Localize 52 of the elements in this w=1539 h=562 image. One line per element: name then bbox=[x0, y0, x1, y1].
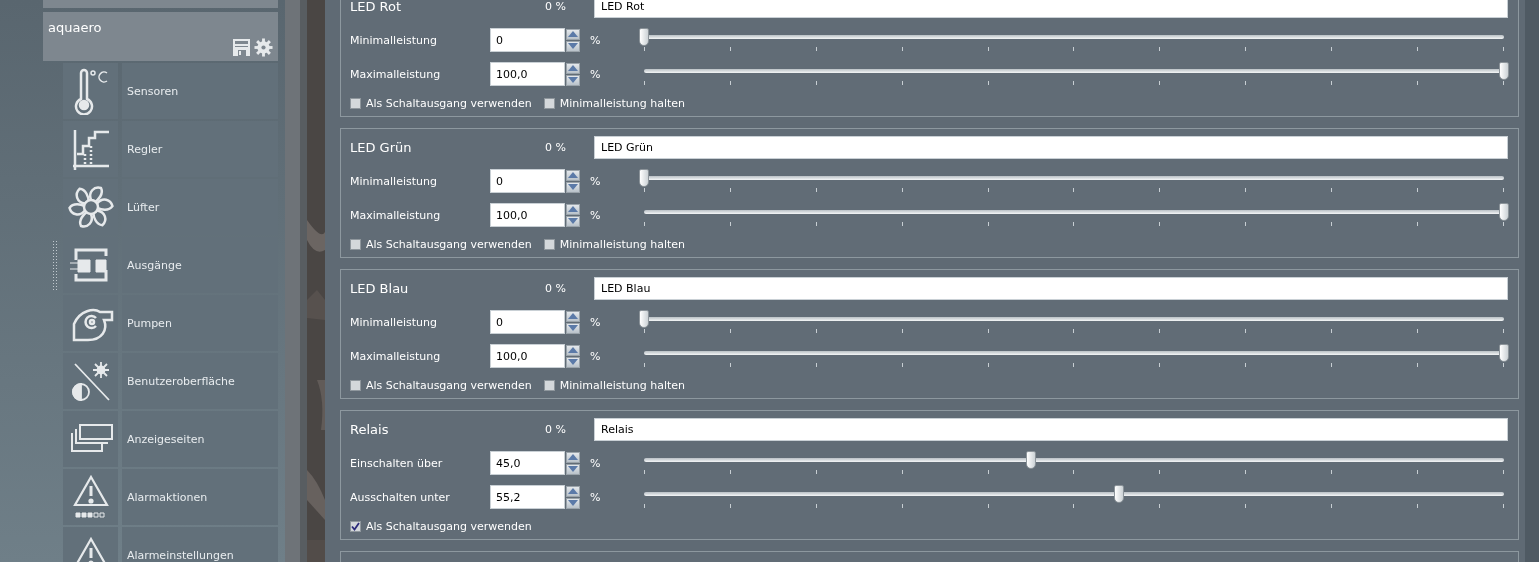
channel-title: LED Rot bbox=[350, 0, 403, 14]
channel-title: LED Blau bbox=[350, 281, 410, 296]
checkbox[interactable]: Minimalleistung halten bbox=[543, 96, 686, 110]
unit-label: % bbox=[589, 490, 602, 504]
channel-reading: 0 % bbox=[545, 0, 567, 13]
nav-item[interactable]: Sensoren bbox=[122, 63, 278, 119]
setting-label: Maximalleistung bbox=[350, 208, 442, 222]
unit-label: % bbox=[589, 67, 602, 81]
nav-item[interactable]: Pumpen bbox=[122, 295, 278, 351]
unit-label: % bbox=[589, 315, 602, 329]
checkbox[interactable]: Als Schaltausgang verwenden bbox=[350, 378, 532, 392]
setting-label: Einschalten über bbox=[350, 456, 444, 470]
setting-label: Minimalleistung bbox=[350, 315, 438, 329]
nav-item[interactable]: Regler bbox=[122, 121, 278, 177]
number-field[interactable]: 55,2 bbox=[490, 485, 565, 509]
channel-reading: 0 % bbox=[545, 141, 567, 154]
name-field[interactable]: LED Blau bbox=[594, 277, 1508, 300]
device-name: aquaero bbox=[48, 20, 102, 35]
number-field[interactable]: 100,0 bbox=[490, 62, 565, 86]
unit-label: % bbox=[589, 208, 602, 222]
checkbox[interactable]: Als Schaltausgang verwenden bbox=[350, 519, 532, 533]
unit-label: % bbox=[589, 456, 602, 470]
name-field[interactable]: LED Rot bbox=[594, 0, 1508, 18]
setting-label: Maximalleistung bbox=[350, 67, 442, 81]
number-field[interactable]: 45,0 bbox=[490, 451, 565, 475]
channel-title: Relais bbox=[350, 422, 390, 437]
device-card[interactable]: aquaero bbox=[43, 12, 278, 61]
nav-item[interactable]: Anzeigeseiten bbox=[122, 411, 278, 467]
checkbox[interactable]: Minimalleistung halten bbox=[543, 378, 686, 392]
checkbox[interactable]: Als Schaltausgang verwenden bbox=[350, 237, 532, 251]
nav-item[interactable]: Benutzeroberfläche bbox=[122, 353, 278, 409]
setting-label: Maximalleistung bbox=[350, 349, 442, 363]
setting-label: Ausschalten unter bbox=[350, 490, 451, 504]
unit-label: % bbox=[589, 349, 602, 363]
channel-reading: 0 % bbox=[545, 423, 567, 436]
checkbox[interactable]: Als Schaltausgang verwenden bbox=[350, 96, 532, 110]
number-field[interactable]: 0 bbox=[490, 28, 565, 52]
number-field[interactable]: 0 bbox=[490, 169, 565, 193]
unit-label: % bbox=[589, 33, 602, 47]
number-field[interactable]: 100,0 bbox=[490, 203, 565, 227]
nav-item[interactable]: Alarmaktionen bbox=[122, 469, 278, 525]
unit-label: % bbox=[589, 174, 602, 188]
channel-title: LED Grün bbox=[350, 140, 413, 155]
nav-item[interactable]: Alarmeinstellungen bbox=[122, 527, 278, 562]
checkbox[interactable]: Minimalleistung halten bbox=[543, 237, 686, 251]
channel-reading: 0 % bbox=[545, 282, 567, 295]
name-field[interactable]: LED Grün bbox=[594, 136, 1508, 159]
number-field[interactable]: 100,0 bbox=[490, 344, 565, 368]
setting-label: Minimalleistung bbox=[350, 33, 438, 47]
setting-label: Minimalleistung bbox=[350, 174, 438, 188]
name-field[interactable]: Relais bbox=[594, 418, 1508, 441]
number-field[interactable]: 0 bbox=[490, 310, 565, 334]
